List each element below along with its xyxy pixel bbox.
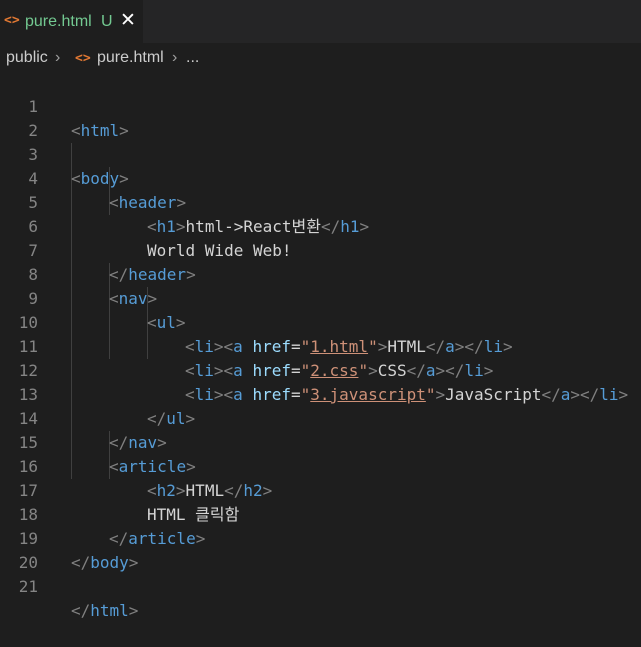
code-line: 13 </ul>: [0, 359, 641, 428]
code-line: 12 <li><a href="3.javascript">JavaScript…: [0, 335, 641, 404]
code-line: 17 HTML 클릭함: [0, 455, 641, 524]
code-line: 11 <li><a href="2.css">CSS</a></li>: [0, 311, 641, 380]
html-file-icon: <>: [75, 51, 91, 66]
code-line: 18 </article>: [0, 479, 641, 548]
code-line: 15 <article>: [0, 407, 641, 476]
code-line: 20: [0, 527, 641, 572]
code-line: 5 <h1>html->React변환</h1>: [0, 167, 641, 236]
breadcrumb: public › <> pure.html › ...: [0, 43, 641, 71]
breadcrumb-file[interactable]: pure.html: [97, 49, 164, 67]
code-line: 21 </html>: [0, 551, 641, 620]
close-icon[interactable]: ✕: [120, 9, 136, 32]
breadcrumb-folder[interactable]: public: [6, 49, 48, 67]
untracked-status-badge: U: [101, 13, 113, 30]
code-line: 6 World Wide Web!: [0, 191, 641, 260]
code-line: 14 </nav>: [0, 383, 641, 452]
chevron-right-icon: ›: [172, 49, 178, 66]
code-line: 10 <li><a href="1.html">HTML</a></li>: [0, 287, 641, 356]
code-editor[interactable]: 1 <html> 2 3 <body> 4 <header> 5 <h1>htm…: [0, 71, 641, 620]
code-line: 8 <nav>: [0, 239, 641, 308]
breadcrumb-symbols[interactable]: ...: [186, 49, 199, 67]
code-line: 16 <h2>HTML</h2>: [0, 431, 641, 500]
code-line: 3 <body>: [0, 119, 641, 188]
chevron-right-icon: ›: [55, 49, 61, 66]
html-file-icon: <>: [4, 13, 20, 28]
code-line: 19 </body>: [0, 503, 641, 572]
tab-filename: pure.html: [25, 13, 92, 30]
code-line: 2: [0, 95, 641, 140]
tab-bar: <> pure.html U ✕: [0, 0, 641, 43]
code-line: 9 <ul>: [0, 263, 641, 332]
code-line: 7 </header>: [0, 215, 641, 284]
line-number: 21: [18, 577, 38, 596]
code-line: 4 <header>: [0, 143, 641, 212]
tab-pure-html[interactable]: <> pure.html U ✕: [0, 0, 143, 43]
code-line: 1 <html>: [0, 71, 641, 140]
